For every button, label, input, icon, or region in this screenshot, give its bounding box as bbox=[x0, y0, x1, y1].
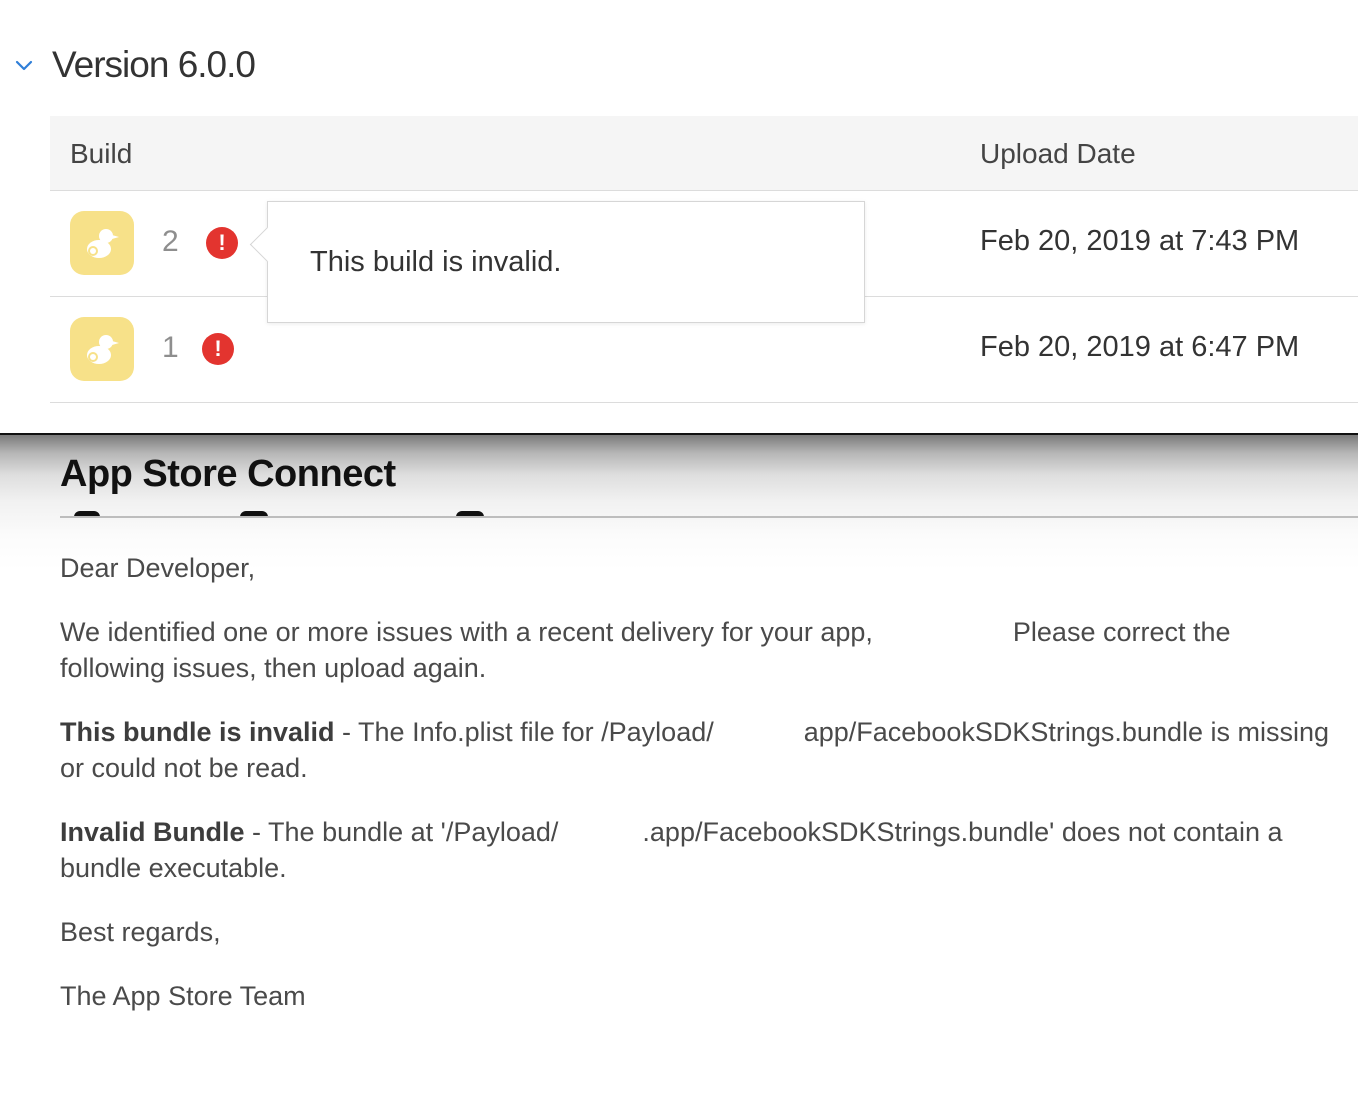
email-issue: Invalid Bundle - The bundle at '/Payload… bbox=[60, 814, 1340, 886]
issue-text: - The bundle at '/Payload/ bbox=[244, 817, 559, 847]
chevron-down-icon[interactable] bbox=[14, 58, 34, 72]
email-issue: This bundle is invalid - The Info.plist … bbox=[60, 714, 1340, 786]
upload-date: Feb 20, 2019 at 7:43 PM bbox=[980, 225, 1300, 257]
email-header-rule bbox=[60, 516, 1358, 518]
version-title: Version 6.0.0 bbox=[52, 44, 256, 85]
build-number: 1 bbox=[162, 331, 179, 364]
email-intro: We identified one or more issues with a … bbox=[60, 614, 1340, 686]
issue-heading: Invalid Bundle bbox=[60, 817, 245, 847]
exclamation-circle-icon[interactable]: ! bbox=[206, 227, 238, 259]
invalid-build-tooltip: This build is invalid. bbox=[249, 201, 865, 323]
duck-app-icon bbox=[70, 211, 134, 275]
email-title: App Store Connect bbox=[60, 453, 396, 495]
column-header-build[interactable]: Build bbox=[70, 138, 132, 170]
tooltip-text: This build is invalid. bbox=[310, 246, 562, 278]
column-header-upload-date[interactable]: Upload Date bbox=[980, 138, 1136, 170]
issue-heading: This bundle is invalid bbox=[60, 717, 335, 747]
issue-text: - The Info.plist file for /Payload/ bbox=[334, 717, 714, 747]
table-header: Build Upload Date bbox=[50, 116, 1358, 191]
builds-panel: Version 6.0.0 Build Upload Date 2 ! Feb … bbox=[0, 0, 1358, 434]
email-panel: App Store Connect Dear Developer, We ide… bbox=[0, 435, 1358, 1102]
upload-date: Feb 20, 2019 at 6:47 PM bbox=[980, 331, 1300, 363]
email-closing: Best regards, bbox=[60, 917, 221, 947]
duck-app-icon bbox=[70, 317, 134, 381]
email-signature: The App Store Team bbox=[60, 981, 306, 1011]
email-greeting: Dear Developer, bbox=[60, 553, 256, 583]
exclamation-circle-icon[interactable]: ! bbox=[202, 333, 234, 365]
email-intro-text: We identified one or more issues with a … bbox=[60, 617, 873, 647]
build-number: 2 bbox=[162, 225, 179, 258]
